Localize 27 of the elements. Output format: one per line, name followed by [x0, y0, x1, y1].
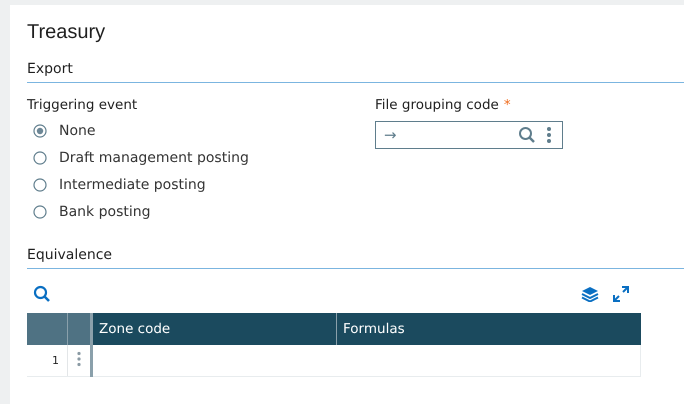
header-cell	[27, 313, 68, 345]
radio-button[interactable]	[33, 204, 47, 218]
radio-button[interactable]	[33, 124, 47, 138]
table-cell[interactable]	[336, 345, 640, 376]
search-icon[interactable]	[33, 285, 51, 303]
section-heading: Equivalence	[27, 247, 684, 269]
section-heading: Export	[27, 61, 684, 83]
radio-button[interactable]	[33, 178, 47, 192]
row-number: 1	[27, 345, 68, 376]
expand-icon[interactable]	[613, 286, 629, 302]
input-field[interactable]: →	[375, 121, 563, 149]
page-title: Treasury	[27, 20, 106, 45]
radio-option[interactable]: Intermediate posting	[33, 171, 375, 198]
search-icon[interactable]	[518, 126, 536, 144]
required-mark: *	[504, 97, 511, 113]
column-header[interactable]: Formulas	[336, 313, 640, 345]
row-menu-icon[interactable]	[77, 350, 81, 366]
radio-option[interactable]: Bank posting	[33, 198, 375, 225]
arrow-text: →	[384, 126, 398, 144]
layers-icon[interactable]	[581, 286, 599, 302]
radio-button[interactable]	[33, 150, 47, 164]
field-label: Triggering event	[27, 97, 138, 115]
column-header[interactable]: Zone code	[92, 313, 336, 345]
field-label: File grouping code *	[375, 97, 512, 115]
radio-option[interactable]: Draft management posting	[33, 144, 375, 171]
radio-option[interactable]: None	[33, 117, 375, 144]
more-icon[interactable]	[546, 126, 552, 144]
